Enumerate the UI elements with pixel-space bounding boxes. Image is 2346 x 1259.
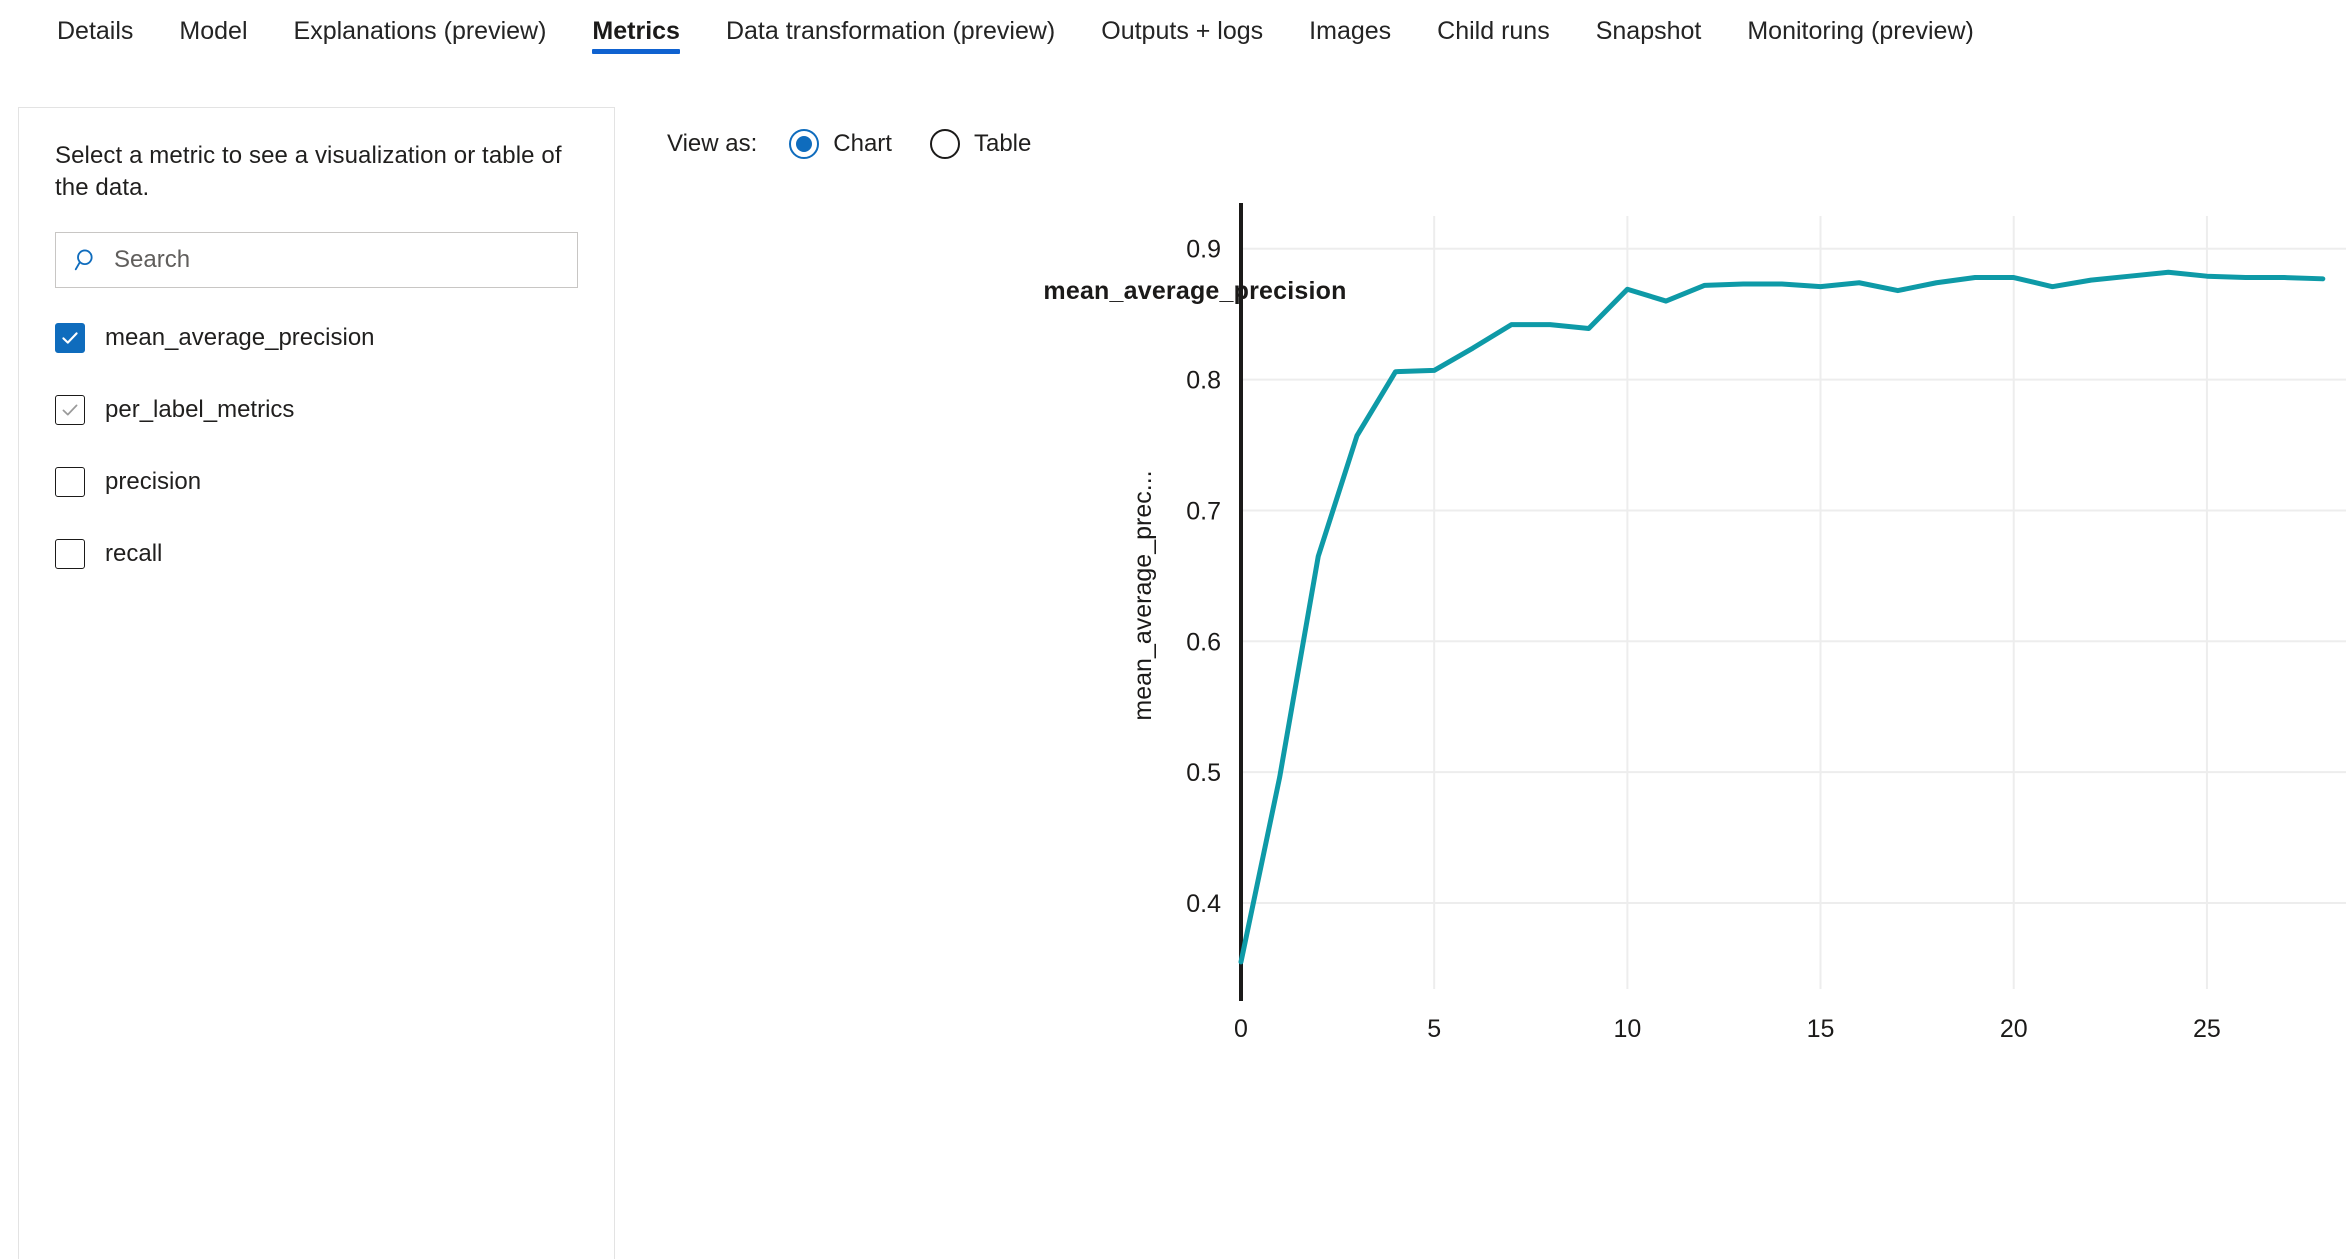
- svg-text:0.5: 0.5: [1186, 759, 1221, 787]
- metric-item-per-label-metrics[interactable]: per_label_metrics: [55, 386, 578, 434]
- checkbox-unchecked[interactable]: [55, 539, 85, 570]
- metric-item-mean-average-precision[interactable]: mean_average_precision: [55, 314, 578, 362]
- svg-text:5: 5: [1427, 1015, 1441, 1043]
- svg-text:10: 10: [1613, 1015, 1641, 1043]
- metric-list: mean_average_precision per_label_metrics…: [19, 314, 614, 578]
- checkbox-hover[interactable]: [55, 395, 85, 426]
- metric-item-recall[interactable]: recall: [55, 530, 578, 578]
- tab-outputs-logs[interactable]: Outputs + logs: [1078, 0, 1286, 68]
- view-as-label: View as:: [667, 130, 758, 157]
- svg-text:0.6: 0.6: [1186, 628, 1221, 656]
- metric-item-precision[interactable]: precision: [55, 458, 578, 506]
- svg-text:mean_average_prec...: mean_average_prec...: [1129, 470, 1157, 720]
- checkmark-icon: [62, 332, 78, 344]
- line-chart-canvas: 0.4 0.5 0.6 0.7 0.8 0.9 0 5 10 15 20 25 mean_average…: [1129, 203, 2346, 1043]
- tab-child-runs[interactable]: Child runs: [1414, 0, 1573, 68]
- view-as-toolbar: View as: Chart Table: [615, 107, 2346, 159]
- metrics-content: View as: Chart Table mean_average_precis…: [615, 107, 2346, 1259]
- radio-button-selected[interactable]: [789, 129, 820, 159]
- metric-label: recall: [105, 540, 163, 568]
- radio-option-chart[interactable]: Chart: [789, 129, 892, 159]
- tab-label: Explanations (preview): [293, 17, 547, 45]
- radio-button-unselected[interactable]: [929, 129, 960, 159]
- radio-label: Table: [973, 130, 1032, 157]
- svg-text:0.9: 0.9: [1186, 236, 1221, 264]
- metric-label: per_label_metrics: [105, 396, 295, 424]
- search-icon: [74, 249, 93, 271]
- panel-description: Select a metric to see a visualization o…: [55, 142, 562, 201]
- tab-label: Model: [179, 17, 248, 45]
- svg-text:0.8: 0.8: [1186, 367, 1221, 395]
- tab-label: Outputs + logs: [1101, 17, 1264, 45]
- tab-label: Images: [1309, 17, 1392, 45]
- tab-label: Metrics: [592, 17, 680, 45]
- tab-explanations-preview[interactable]: Explanations (preview): [271, 0, 570, 68]
- checkbox-checked[interactable]: [55, 323, 85, 354]
- tab-metrics[interactable]: Metrics: [569, 0, 703, 68]
- radio-option-table[interactable]: Table: [929, 129, 1032, 159]
- search-input[interactable]: [114, 233, 577, 288]
- tab-snapshot[interactable]: Snapshot: [1573, 0, 1725, 68]
- tab-label: Data transformation (preview): [725, 17, 1056, 45]
- tab-label: Child runs: [1437, 17, 1550, 45]
- search-box[interactable]: [55, 232, 578, 289]
- svg-text:20: 20: [2000, 1015, 2028, 1043]
- metric-chart: mean_average_precision 0.4 0.5 0.6 0.7 0.8 0.…: [615, 193, 2346, 1253]
- metric-label: precision: [105, 468, 202, 496]
- svg-text:25: 25: [2193, 1015, 2221, 1043]
- metric-label: mean_average_precision: [105, 324, 375, 352]
- tab-label: Monitoring (preview): [1747, 17, 1974, 45]
- checkmark-icon: [62, 404, 78, 416]
- svg-text:0.4: 0.4: [1186, 890, 1221, 918]
- svg-text:0: 0: [1234, 1015, 1248, 1043]
- tab-details[interactable]: Details: [34, 0, 156, 68]
- svg-text:15: 15: [1807, 1015, 1835, 1043]
- tab-images[interactable]: Images: [1286, 0, 1414, 68]
- tab-monitoring-preview[interactable]: Monitoring (preview): [1724, 0, 1996, 68]
- tab-bar: Details Model Explanations (preview) Met…: [0, 0, 2346, 68]
- metric-selector-panel: Select a metric to see a visualization o…: [18, 107, 615, 1259]
- svg-text:0.7: 0.7: [1186, 497, 1221, 525]
- tab-label: Details: [57, 17, 134, 45]
- checkbox-unchecked[interactable]: [55, 467, 85, 498]
- tab-model[interactable]: Model: [156, 0, 270, 68]
- tab-label: Snapshot: [1595, 17, 1702, 45]
- radio-label: Chart: [833, 130, 892, 157]
- tab-data-transformation-preview[interactable]: Data transformation (preview): [703, 0, 1078, 68]
